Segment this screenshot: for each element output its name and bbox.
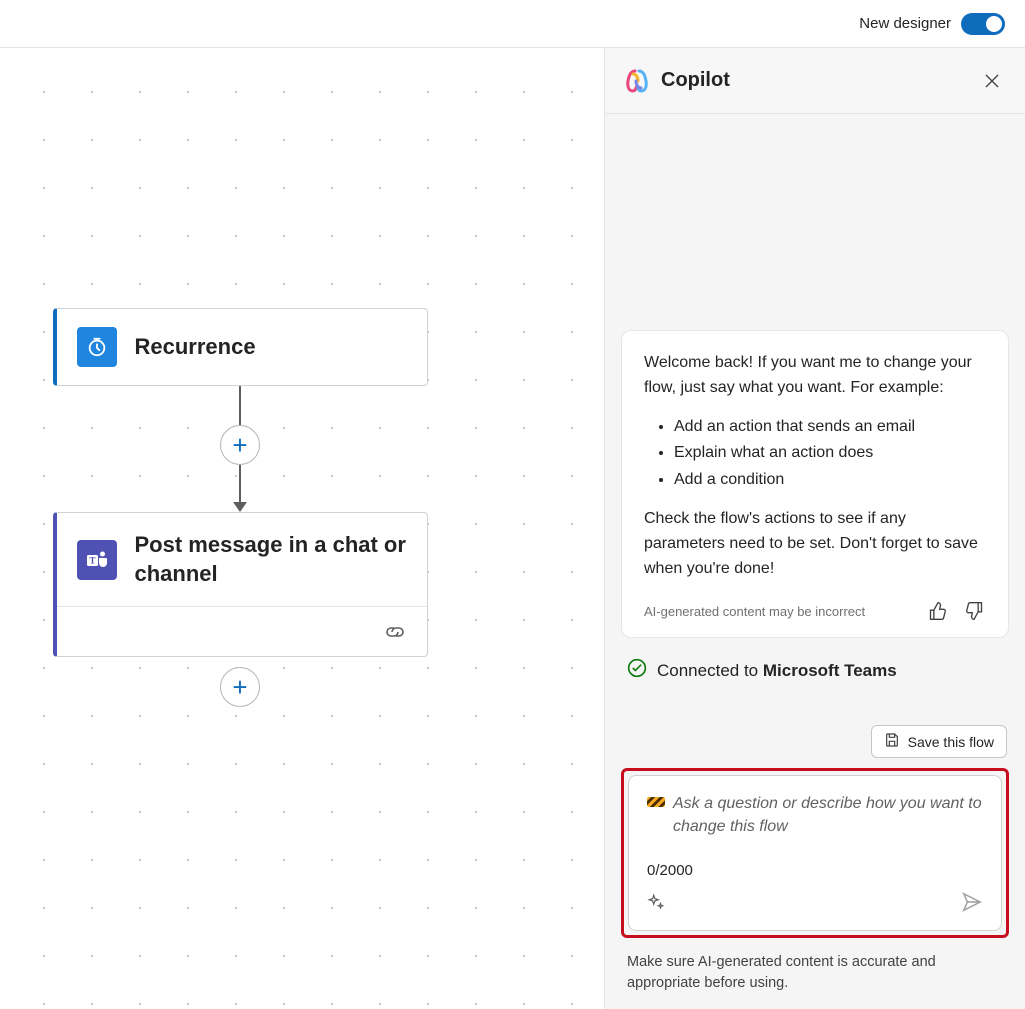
send-icon[interactable] [961, 891, 983, 918]
thumbs-down-icon[interactable] [964, 601, 986, 623]
copilot-input[interactable]: Ask a question or describe how you want … [628, 775, 1002, 931]
save-icon [884, 732, 900, 751]
copilot-header: Copilot [605, 48, 1025, 114]
node-footer [57, 606, 427, 656]
link-icon[interactable] [383, 624, 407, 640]
feedback-buttons [928, 601, 986, 623]
svg-text:T: T [89, 555, 95, 565]
sparkle-icon[interactable] [647, 893, 665, 916]
copilot-logo-icon [623, 67, 651, 95]
flow-connector [239, 464, 241, 504]
message-outro: Check the flow's actions to see if any p… [644, 507, 986, 581]
copilot-body: Welcome back! If you want me to change y… [605, 114, 1025, 1009]
main-area: Recurrence + T Post message in [0, 48, 1025, 1009]
top-bar: New designer [0, 0, 1025, 48]
footer-disclaimer: Make sure AI-generated content is accura… [621, 938, 1009, 993]
connection-text: Connected to Microsoft Teams [657, 661, 897, 681]
input-placeholder: Ask a question or describe how you want … [673, 792, 983, 838]
suggestion-list: Add an action that sends an email Explai… [674, 415, 986, 493]
new-designer-toggle[interactable] [961, 13, 1005, 35]
flow-node-recurrence[interactable]: Recurrence [53, 308, 428, 386]
connection-status: Connected to Microsoft Teams [621, 638, 1009, 693]
node-title: Recurrence [135, 333, 256, 362]
hazard-icon [647, 797, 665, 807]
suggestion-item: Explain what an action does [674, 441, 986, 466]
flow-connector [239, 386, 241, 426]
char-counter: 0/2000 [647, 862, 983, 879]
copilot-input-highlight: Ask a question or describe how you want … [621, 768, 1009, 938]
schedule-icon [77, 327, 117, 367]
node-title: Post message in a chat or channel [135, 531, 407, 588]
copilot-panel: Copilot Welcome back! If you want me to … [605, 48, 1025, 1009]
flow-canvas[interactable]: Recurrence + T Post message in [0, 48, 605, 1009]
ai-disclaimer: AI-generated content may be incorrect [644, 602, 865, 622]
new-designer-label: New designer [859, 15, 951, 32]
close-icon[interactable] [977, 66, 1007, 96]
message-intro: Welcome back! If you want me to change y… [644, 351, 986, 401]
copilot-message: Welcome back! If you want me to change y… [621, 330, 1009, 638]
suggestion-item: Add an action that sends an email [674, 415, 986, 440]
add-step-button[interactable]: + [220, 667, 260, 707]
flow-node-post-message[interactable]: T Post message in a chat or channel [53, 512, 428, 657]
suggestion-item: Add a condition [674, 468, 986, 493]
save-flow-button[interactable]: Save this flow [871, 725, 1007, 758]
copilot-title: Copilot [661, 69, 967, 92]
teams-icon: T [77, 540, 117, 580]
check-circle-icon [627, 658, 647, 683]
flow-container: Recurrence + T Post message in [50, 308, 430, 706]
add-step-button[interactable]: + [220, 425, 260, 465]
thumbs-up-icon[interactable] [928, 601, 950, 623]
